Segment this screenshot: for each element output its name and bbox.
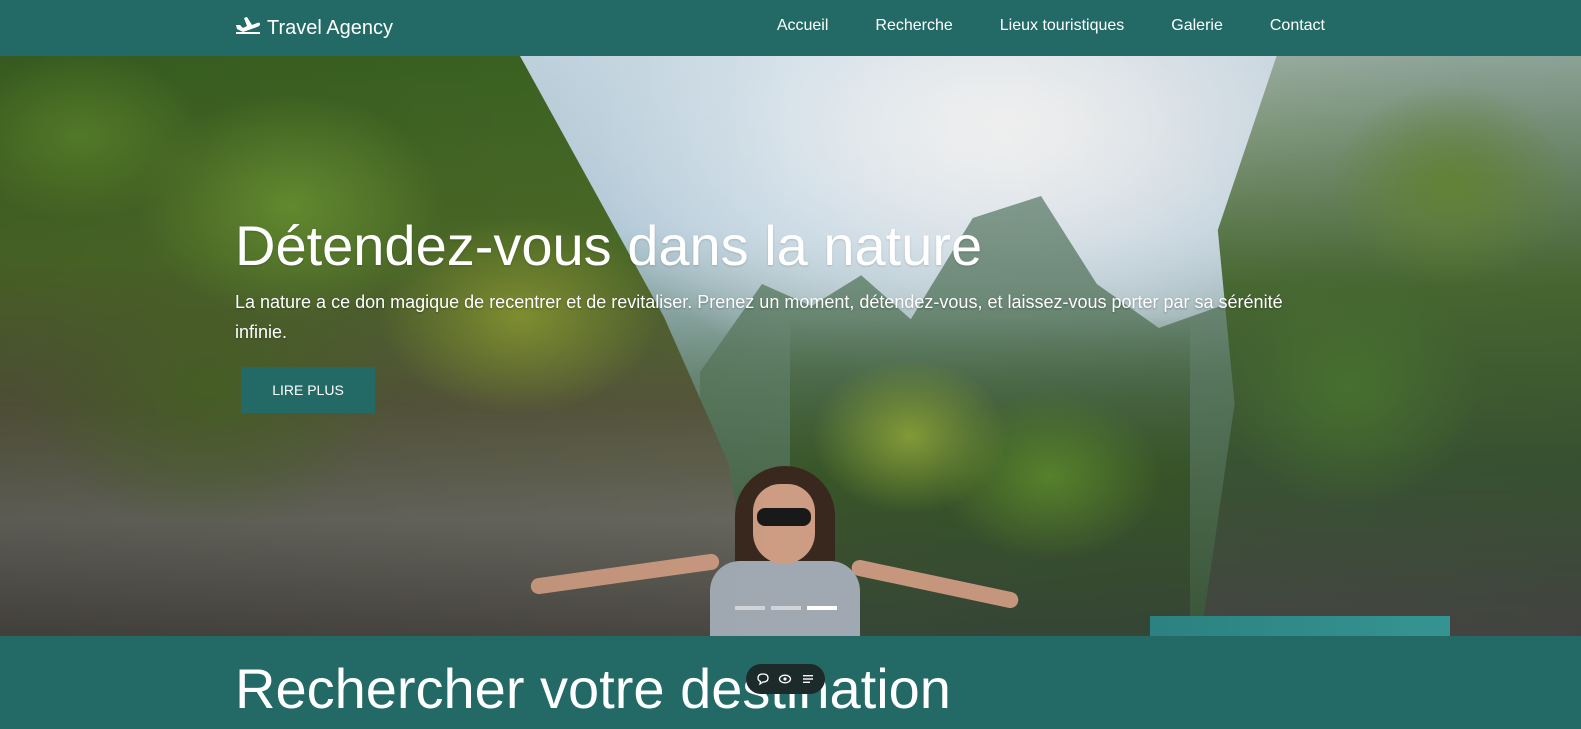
comment-icon[interactable] [754, 670, 772, 688]
nav-links: Accueil Recherche Lieux touristiques Gal… [730, 17, 1325, 35]
nav-link-lieux-touristiques[interactable]: Lieux touristiques [1000, 17, 1125, 35]
search-section-title: Rechercher votre destination [235, 657, 951, 720]
brand-link[interactable]: Travel Agency [235, 15, 393, 41]
hero-carousel: Détendez-vous dans la nature La nature a… [0, 56, 1581, 636]
brand-name: Travel Agency [267, 16, 393, 39]
carousel-indicator-2[interactable] [771, 606, 801, 610]
nav-link-recherche[interactable]: Recherche [875, 17, 952, 35]
read-more-button[interactable]: LIRE PLUS [241, 367, 375, 413]
carousel-indicator-1[interactable] [735, 606, 765, 610]
eye-icon[interactable] [776, 670, 794, 688]
nav-link-contact[interactable]: Contact [1270, 17, 1325, 35]
menu-icon[interactable] [799, 670, 817, 688]
nav-link-galerie[interactable]: Galerie [1171, 17, 1223, 35]
floating-toolbar [746, 664, 825, 694]
nav-link-accueil[interactable]: Accueil [777, 17, 829, 35]
plane-icon [235, 15, 267, 41]
hero-title: Détendez-vous dans la nature [235, 214, 983, 277]
hero-description: La nature a ce don magique de recentrer … [235, 292, 1283, 342]
navbar: Travel Agency Accueil Recherche Lieux to… [0, 0, 1581, 56]
carousel-indicator-3[interactable] [807, 606, 837, 610]
carousel-indicators [735, 606, 837, 610]
